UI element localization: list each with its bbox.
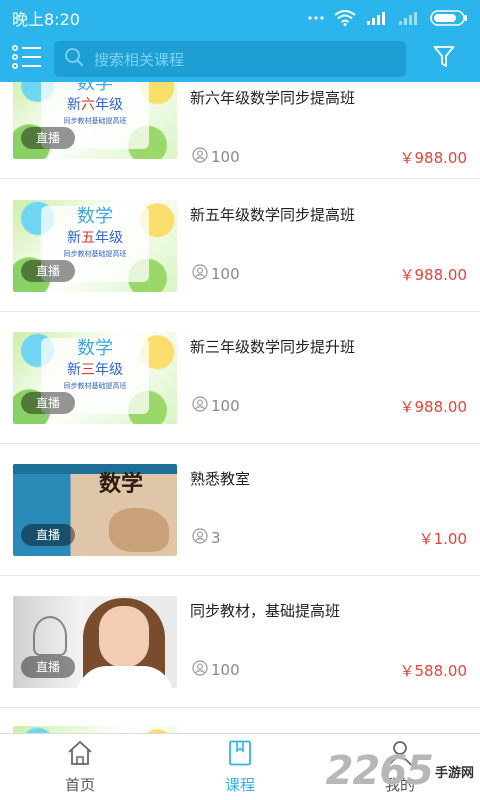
course-thumbnail: 数学 新三年级 同步教材基础提高班 直播 (13, 332, 177, 424)
status-time: 晚上8:20 (12, 10, 80, 29)
course-item[interactable]: 数学 新三年级 同步教材基础提高班 直播 新三年级数学同步提升班 100 ￥98… (0, 312, 480, 444)
status-icons (308, 10, 468, 26)
course-title: 新五年级数学同步提高班 (190, 206, 356, 224)
search-placeholder: 搜索相关课程 (94, 50, 185, 69)
status-bar: 晚上8:20 (0, 0, 480, 36)
thumb-subject: 数学 (77, 338, 113, 359)
watermark-text: 手游网 (434, 761, 474, 781)
live-badge: 直播 (21, 524, 75, 546)
course-title: 熟悉教室 (190, 470, 251, 488)
student-count: 100 (192, 660, 240, 680)
thumb-subject: 数学 (99, 471, 144, 497)
thumb-grade: 新三年级 (67, 362, 123, 378)
course-title: 新三年级数学同步提升班 (190, 338, 356, 356)
thumbnail-art (13, 464, 177, 474)
course-price: ￥988.00 (399, 149, 468, 167)
user-circle-icon (192, 264, 208, 284)
student-count: 100 (192, 396, 240, 416)
student-count: 100 (192, 264, 240, 284)
filter-button[interactable] (416, 36, 472, 82)
watermark-number: 2265 (325, 748, 434, 794)
thumb-grade: 新六年级 (67, 97, 123, 113)
student-count: 3 (192, 528, 221, 548)
nav-home[interactable]: 首页 (0, 734, 160, 800)
live-badge: 直播 (21, 260, 75, 282)
thumb-caption: 同步教材基础提高班 (63, 250, 127, 258)
course-thumbnail: 直播 (13, 596, 177, 688)
course-thumbnail (13, 726, 177, 733)
course-item[interactable] (0, 708, 480, 733)
course-thumbnail: 数学 新五年级 同步教材基础提高班 直播 (13, 200, 177, 292)
filter-icon (433, 45, 455, 73)
user-circle-icon (192, 396, 208, 416)
more-dots-icon (308, 15, 324, 21)
search-input[interactable]: 搜索相关课程 (54, 41, 406, 77)
course-item[interactable]: 数学 新六年级 同步教材基础提高班 直播 新六年级数学同步提高班 100 ￥98… (0, 82, 480, 179)
thumbnail-illustration (109, 508, 169, 552)
student-count: 100 (192, 147, 240, 167)
course-price: ￥1.00 (418, 530, 467, 548)
thumb-grade: 新五年级 (67, 230, 123, 246)
live-badge: 直播 (21, 392, 75, 414)
course-thumbnail: 数学 新六年级 同步教材基础提高班 直播 (13, 82, 177, 159)
nav-course[interactable]: 课程 (160, 734, 320, 800)
course-price: ￥588.00 (399, 662, 468, 680)
nav-home-label: 首页 (64, 775, 95, 794)
course-list[interactable]: 数学 新六年级 同步教材基础提高班 直播 新六年级数学同步提高班 100 ￥98… (0, 82, 480, 733)
course-item[interactable]: 数学 新五年级 同步教材基础提高班 直播 新五年级数学同步提高班 100 ￥98… (0, 180, 480, 312)
course-item[interactable]: 直播 同步教材，基础提高班 100 ￥588.00 (0, 576, 480, 708)
menu-button[interactable] (0, 36, 54, 82)
live-badge: 直播 (21, 127, 75, 149)
signal-2-icon (398, 10, 420, 26)
thumb-subject: 数学 (77, 82, 113, 94)
battery-icon (430, 10, 468, 26)
course-price: ￥988.00 (399, 398, 468, 416)
thumb-caption: 同步教材基础提高班 (63, 382, 127, 390)
thumbnail-illustration (33, 616, 67, 656)
user-circle-icon (192, 147, 208, 167)
user-circle-icon (192, 528, 208, 548)
nav-course-label: 课程 (224, 775, 255, 794)
course-thumbnail: 数学 直播 (13, 464, 177, 556)
app-bar: 搜索相关课程 (0, 36, 480, 82)
book-icon (228, 740, 252, 770)
watermark: 2265 手游网 (326, 748, 474, 794)
thumb-caption: 同步教材基础提高班 (63, 117, 127, 125)
home-icon (66, 740, 94, 770)
list-menu-icon (11, 44, 43, 74)
thumb-subject: 数学 (77, 206, 113, 227)
search-icon (64, 47, 84, 71)
course-price: ￥988.00 (399, 266, 468, 284)
wifi-icon (334, 10, 356, 26)
course-title: 同步教材，基础提高班 (190, 602, 341, 620)
live-badge: 直播 (21, 656, 75, 678)
course-title: 新六年级数学同步提高班 (190, 89, 356, 107)
thumbnail-face (99, 606, 149, 668)
user-circle-icon (192, 660, 208, 680)
course-item[interactable]: 数学 直播 熟悉教室 3 ￥1.00 (0, 444, 480, 576)
signal-icon (366, 10, 388, 26)
